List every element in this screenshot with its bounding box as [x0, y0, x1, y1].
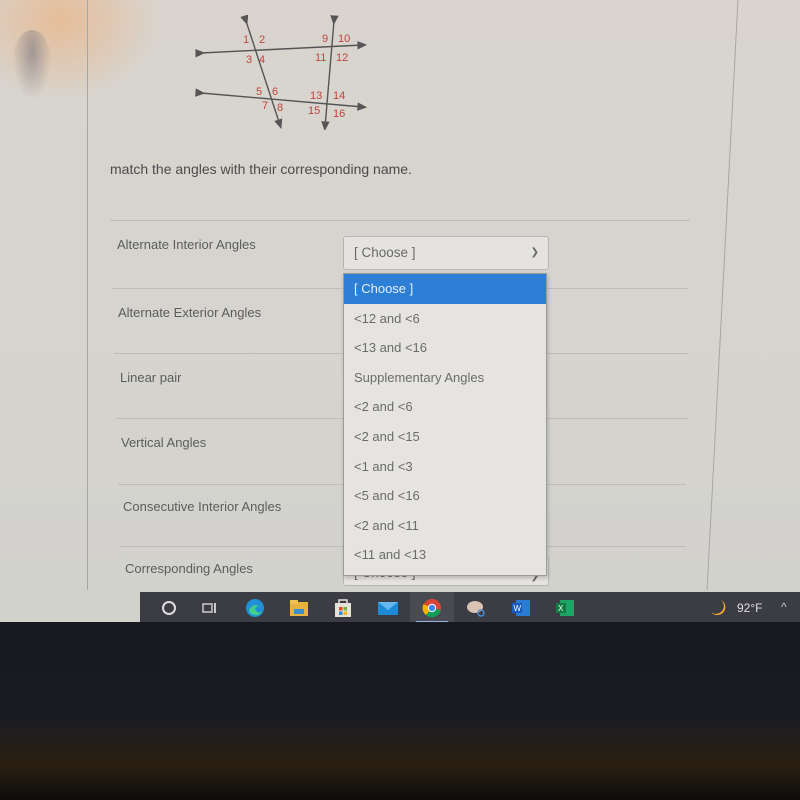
- dropdown-option[interactable]: Supplementary Angles: [344, 363, 546, 393]
- weather-moon-icon[interactable]: [707, 597, 729, 619]
- dropdown-option[interactable]: [ Choose ]: [344, 274, 546, 304]
- match-label-vertical: Vertical Angles: [121, 435, 207, 450]
- angle-label: 14: [333, 90, 345, 102]
- angle-label: 10: [338, 33, 350, 45]
- monitor-bezel: [0, 622, 800, 800]
- angle-label: 6: [272, 86, 278, 98]
- chrome-icon[interactable]: [421, 597, 443, 619]
- transversal-diagram-svg: 1 2 3 4 5 6 7 8 9 10 11 12 13 14 15 16: [195, 14, 368, 132]
- question-instruction: match the angles with their correspondin…: [110, 161, 412, 177]
- left-margin: [0, 0, 88, 590]
- match-label-alternate-exterior: Alternate Exterior Angles: [118, 305, 262, 320]
- angle-label: 12: [336, 52, 348, 64]
- dropdown-option[interactable]: <2 and <6: [344, 392, 546, 422]
- excel-icon[interactable]: X: [554, 597, 576, 619]
- edge-icon[interactable]: [244, 597, 266, 619]
- angle-label: 9: [322, 33, 328, 45]
- mail-icon[interactable]: [377, 597, 399, 619]
- dropdown-option[interactable]: <13 and <16: [344, 333, 546, 363]
- match-label-consecutive-interior: Consecutive Interior Angles: [123, 499, 282, 514]
- store-icon[interactable]: [332, 597, 354, 619]
- angle-label: 13: [310, 90, 322, 102]
- monitor-screen: 1 2 3 4 5 6 7 8 9 10 11 12 13 14 15 16 m…: [0, 0, 800, 622]
- angle-label: 8: [277, 102, 283, 114]
- angle-label: 16: [333, 108, 345, 120]
- dropdown-option[interactable]: <12 and <6: [344, 304, 546, 334]
- divider: [110, 220, 690, 221]
- svg-text:W: W: [514, 604, 522, 613]
- file-explorer-icon[interactable]: [288, 597, 310, 619]
- show-hidden-icons-chevron-icon[interactable]: ^: [781, 600, 787, 614]
- dropdown-option[interactable]: <2 and <11: [344, 511, 546, 541]
- parallel-lines-diagram: 1 2 3 4 5 6 7 8 9 10 11 12 13 14 15 16: [193, 14, 368, 132]
- dropdown-option[interactable]: <11 and <13: [344, 540, 546, 570]
- dropdown-option[interactable]: <5 and <16: [344, 481, 546, 511]
- weather-temperature[interactable]: 92°F: [737, 601, 762, 615]
- task-view-icon[interactable]: [198, 597, 220, 619]
- quiz-question: 1 2 3 4 5 6 7 8 9 10 11 12 13 14 15 16 m…: [88, 0, 722, 590]
- match-label-corresponding: Corresponding Angles: [125, 561, 253, 576]
- windows-taskbar: W X 92°F ^: [140, 592, 800, 622]
- angle-label: 15: [308, 105, 320, 117]
- match-select-alternate-interior[interactable]: [ Choose ] ❯: [343, 236, 549, 270]
- dropdown-options-list[interactable]: [ Choose ] <12 and <6 <13 and <16 Supple…: [343, 273, 547, 576]
- dropdown-option[interactable]: <2 and <15: [344, 422, 546, 452]
- match-label-linear-pair: Linear pair: [120, 370, 182, 385]
- angle-label: 1: [243, 34, 249, 46]
- snip-icon[interactable]: [465, 597, 487, 619]
- angle-label: 2: [259, 34, 265, 46]
- select-value: [ Choose ]: [354, 245, 416, 260]
- dropdown-option[interactable]: <1 and <3: [344, 452, 546, 482]
- angle-label: 5: [256, 86, 262, 98]
- chevron-down-icon: ❯: [530, 247, 539, 258]
- angle-label: 11: [315, 52, 326, 64]
- search-icon[interactable]: [158, 597, 180, 619]
- svg-text:X: X: [558, 604, 564, 613]
- angle-label: 3: [246, 54, 252, 66]
- match-label-alternate-interior: Alternate Interior Angles: [117, 237, 256, 252]
- word-icon[interactable]: W: [510, 597, 532, 619]
- angle-label: 4: [259, 54, 265, 66]
- angle-label: 7: [262, 100, 268, 112]
